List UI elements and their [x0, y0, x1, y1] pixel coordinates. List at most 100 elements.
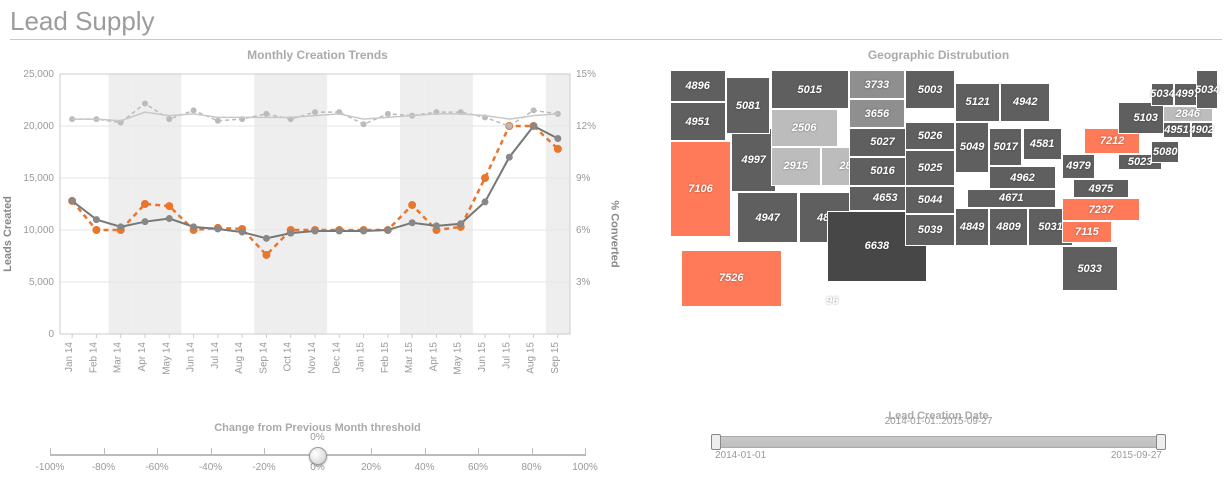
date-range-slider[interactable]: Lead Creation Date 2014-01-01..2015-09-2…	[655, 410, 1222, 458]
state-wy[interactable]: 2506	[771, 109, 838, 147]
svg-text:9%: 9%	[576, 173, 591, 184]
svg-text:Apr 15: Apr 15	[428, 342, 439, 372]
state-id[interactable]: 5081	[726, 77, 771, 135]
range-handle-start[interactable]	[711, 434, 721, 450]
state-vt[interactable]: 5034	[1151, 83, 1173, 105]
state-mn[interactable]: 5003	[905, 70, 955, 108]
state-value: 3733	[865, 79, 889, 91]
state-value: 6638	[865, 240, 889, 252]
svg-text:20,000: 20,000	[23, 121, 54, 132]
state-al[interactable]: 4809	[989, 208, 1028, 246]
state-la[interactable]: 5039	[905, 214, 955, 246]
svg-text:5,000: 5,000	[29, 277, 54, 288]
svg-text:Feb 15: Feb 15	[380, 342, 391, 374]
state-ak[interactable]: 7526	[681, 250, 782, 308]
state-tn[interactable]: 4671	[967, 189, 1057, 208]
us-map[interactable]: 4896495171064997508150152506291528564947…	[659, 64, 1219, 384]
state-sd[interactable]: 3656	[849, 99, 905, 128]
state-ri[interactable]: 4902	[1191, 122, 1213, 138]
chart-title: Monthly Creation Trends	[10, 48, 625, 62]
state-value: 5034	[1150, 88, 1174, 100]
y-right-axis-label: % Converted	[608, 200, 620, 267]
state-value: 4951	[685, 116, 709, 128]
range-bar	[715, 436, 1162, 448]
tick-label: -20%	[252, 462, 275, 473]
state-value: 4942	[1013, 96, 1037, 108]
state-value: 5025	[918, 162, 942, 174]
slider-thumb[interactable]	[309, 447, 327, 465]
state-mi[interactable]: 4942	[1000, 83, 1050, 121]
state-value: 5039	[918, 224, 942, 236]
state-value: 4979	[1066, 160, 1090, 172]
range-start-label: 2014-01-01	[715, 450, 766, 461]
state-me[interactable]: 5034	[1196, 70, 1218, 108]
state-value: 5081	[736, 100, 760, 112]
state-ky[interactable]: 4962	[989, 166, 1056, 188]
svg-text:Sep 15: Sep 15	[550, 342, 561, 374]
tick-label: -40%	[199, 462, 222, 473]
map-title: Geographic Distrubution	[655, 48, 1222, 62]
state-value: 5003	[918, 84, 942, 96]
state-ut[interactable]: 2915	[771, 147, 821, 185]
state-nd[interactable]: 3733	[849, 70, 905, 99]
state-ar[interactable]: 5044	[905, 186, 955, 215]
state-az[interactable]: 4947	[737, 192, 799, 243]
state-value: 5044	[918, 194, 942, 206]
threshold-value-label: 0%	[310, 432, 324, 443]
svg-text:Jul 14: Jul 14	[210, 342, 221, 369]
state-value: 5034	[1195, 84, 1219, 96]
threshold-slider[interactable]: Change from Previous Month threshold 0% …	[10, 422, 625, 472]
state-wa[interactable]: 4896	[670, 70, 726, 102]
state-value: 7526	[719, 272, 743, 284]
svg-text:25,000: 25,000	[23, 69, 54, 80]
state-in[interactable]: 5017	[989, 128, 1023, 166]
state-value: 4581	[1030, 138, 1054, 150]
state-nc[interactable]: 7237	[1062, 198, 1140, 220]
tick-label: 100%	[572, 462, 598, 473]
state-ca[interactable]: 7106	[670, 141, 732, 237]
state-wv[interactable]: 4979	[1062, 154, 1096, 180]
state-mt[interactable]: 5015	[771, 70, 849, 108]
state-or[interactable]: 4951	[670, 102, 726, 140]
state-value: 5080	[1153, 146, 1177, 158]
state-value: 7212	[1100, 135, 1124, 147]
state-value: 5023	[1128, 156, 1152, 168]
svg-text:Feb 14: Feb 14	[88, 342, 99, 374]
state-value: 3656	[865, 108, 889, 120]
state-value: 4962	[1010, 172, 1034, 184]
svg-text:Jan 15: Jan 15	[356, 342, 367, 372]
tick-label: 80%	[521, 462, 541, 473]
tick-label: -60%	[145, 462, 168, 473]
state-ms[interactable]: 4849	[955, 208, 989, 246]
state-hi[interactable]: 96	[804, 288, 860, 314]
svg-text:6%: 6%	[576, 225, 591, 236]
state-oh[interactable]: 4581	[1023, 128, 1062, 160]
svg-text:Apr 14: Apr 14	[137, 342, 148, 372]
date-range-value: 2014-01-01..2015-09-27	[715, 416, 1162, 427]
state-il[interactable]: 5049	[955, 122, 989, 173]
svg-text:15%: 15%	[576, 69, 596, 80]
svg-text:Aug 15: Aug 15	[526, 342, 537, 374]
svg-text:Jul 15: Jul 15	[501, 342, 512, 369]
state-value: 5103	[1133, 112, 1157, 124]
svg-text:Jun 15: Jun 15	[477, 342, 488, 372]
state-ia[interactable]: 5026	[905, 122, 955, 151]
state-nj[interactable]: 5080	[1151, 141, 1179, 163]
state-value: 4997	[741, 154, 765, 166]
state-value: 5031	[1038, 221, 1062, 233]
svg-text:Oct 14: Oct 14	[283, 342, 294, 372]
state-nv[interactable]: 4997	[731, 128, 776, 192]
svg-text:Aug 14: Aug 14	[234, 342, 245, 374]
svg-text:0: 0	[48, 329, 54, 340]
range-handle-end[interactable]	[1156, 434, 1166, 450]
state-value: 4975	[1089, 183, 1113, 195]
state-mo[interactable]: 5025	[905, 150, 955, 185]
state-wi[interactable]: 5121	[955, 83, 1000, 121]
state-va[interactable]: 4975	[1073, 179, 1129, 198]
line-chart[interactable]: Leads Created % Converted 05,00010,00015…	[10, 64, 610, 404]
state-sc[interactable]: 7115	[1062, 221, 1112, 243]
state-value: 4896	[685, 80, 709, 92]
svg-text:10,000: 10,000	[23, 225, 54, 236]
state-ct[interactable]: 4951	[1163, 122, 1191, 138]
state-fl[interactable]: 5033	[1062, 246, 1118, 291]
